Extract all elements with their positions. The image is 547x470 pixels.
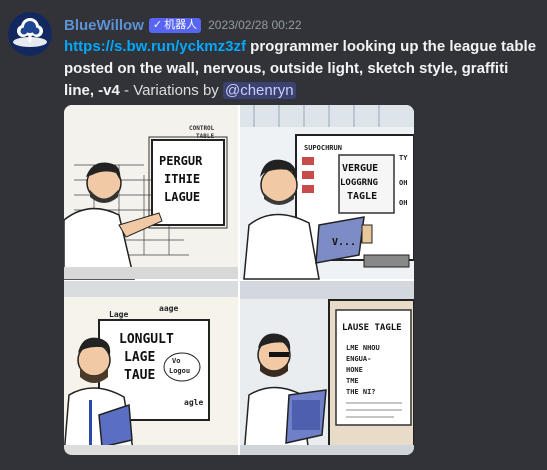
- panel-4-board-line-1: LAUSE TAGLE: [342, 323, 402, 333]
- panel-4-board-line-4: HONE: [346, 366, 363, 374]
- panel-3-side-text-1: Lage: [109, 310, 128, 319]
- bot-badge: ✓ 机器人: [148, 17, 202, 33]
- panel-2-side-text-3: OH: [399, 179, 407, 187]
- image-panel-4[interactable]: LAUSE TAGLE LME NHOU ENGUA- HONE TME THE…: [240, 281, 414, 455]
- panel-3-board-line-2: LAGE: [124, 350, 155, 365]
- chat-message: BlueWillow ✓ 机器人 2023/02/28 00:22 https:…: [0, 0, 547, 470]
- panel-1-side-text-2: TABLE: [196, 133, 214, 140]
- image-panel-3[interactable]: Lage aage LONGULT LAGE TAUE Vo Logou agl…: [64, 281, 238, 455]
- panel-2-board-line-3: TAGLE: [347, 191, 377, 202]
- panel-2-laptop-text: V...: [332, 237, 356, 248]
- message-content: https://s.bw.run/yckmz3zf programmer loo…: [64, 36, 542, 102]
- panel-3-side-text-2: aage: [159, 304, 178, 313]
- panel-3-side-text-4: Logou: [169, 367, 190, 375]
- image-grid[interactable]: PERGUR ITHIE LAGUE CONTROL TABLE SUPOCHR…: [64, 105, 414, 455]
- panel-3-side-text-5: agle: [184, 398, 203, 407]
- panel-4-board-line-3: ENGUA-: [346, 355, 371, 363]
- image-panel-1[interactable]: PERGUR ITHIE LAGUE CONTROL TABLE: [64, 105, 238, 280]
- panel-2-board-line-2: LOGGRNG: [340, 178, 378, 188]
- panel-3-side-text-3: Vo: [172, 357, 180, 365]
- variations-text: - Variations by: [119, 82, 223, 99]
- message-timestamp[interactable]: 2023/02/28 00:22: [208, 18, 301, 32]
- panel-1-board-line-1: PERGUR: [159, 154, 203, 168]
- panel-4-board-line-5: TME: [346, 377, 359, 385]
- panel-2-side-text-4: OH: [399, 199, 407, 207]
- panel-1-side-text-1: CONTROL: [189, 125, 215, 132]
- checkmark-icon: ✓: [152, 18, 163, 31]
- user-mention[interactable]: @chenryn: [222, 82, 296, 99]
- author-avatar[interactable]: [8, 12, 52, 56]
- bot-badge-label: 机器人: [164, 18, 198, 31]
- panel-4-board-line-2: LME NHOU: [346, 344, 380, 352]
- message-header: BlueWillow ✓ 机器人 2023/02/28 00:22: [64, 14, 302, 36]
- author-name[interactable]: BlueWillow: [64, 17, 144, 34]
- panel-3-board-line-3: TAUE: [124, 368, 155, 383]
- panel-4-board-line-6: THE NI?: [346, 388, 376, 396]
- panel-2-side-text-1: SUPOCHRUN: [304, 144, 342, 152]
- panel-3-board-line-1: LONGULT: [119, 332, 174, 347]
- panel-2-board-line-1: VERGUE: [342, 163, 378, 174]
- panel-1-board-line-2: ITHIE: [164, 172, 200, 186]
- image-panel-2[interactable]: SUPOCHRUN VERGUE LOGGRNG TAGLE TY OH OH …: [240, 105, 414, 280]
- prompt-link[interactable]: https://s.bw.run/yckmz3zf: [64, 38, 246, 55]
- panel-2-side-text-2: TY: [399, 154, 408, 162]
- panel-1-board-line-3: LAGUE: [164, 190, 200, 204]
